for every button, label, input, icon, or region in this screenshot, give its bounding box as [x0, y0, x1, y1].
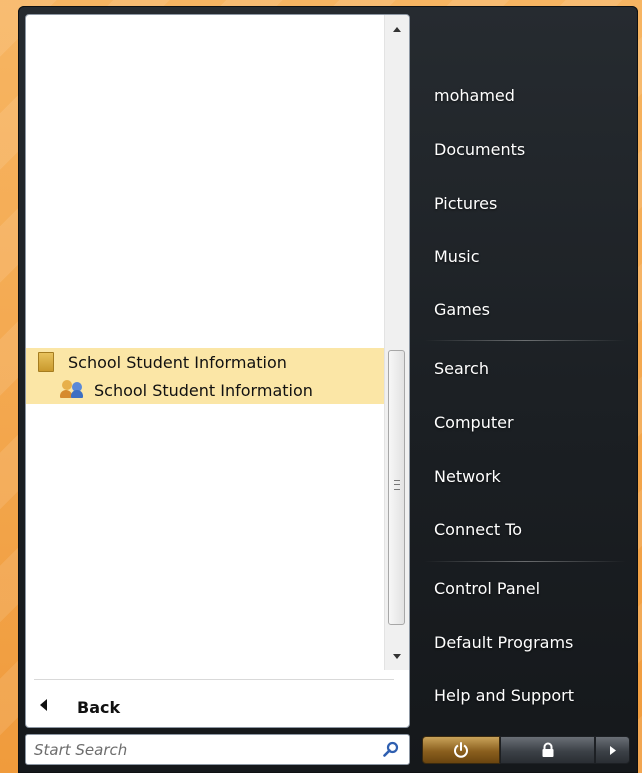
right-item-network[interactable]: Network: [434, 467, 501, 486]
right-item-default-programs[interactable]: Default Programs: [434, 633, 573, 652]
folder-icon: [38, 352, 54, 372]
search-input[interactable]: [34, 735, 364, 764]
programs-pane: School Student Information School Studen…: [25, 14, 410, 728]
right-item-connect-to[interactable]: Connect To: [434, 520, 522, 539]
right-item-computer[interactable]: Computer: [434, 413, 514, 432]
grip-icon: [394, 480, 400, 490]
power-icon: [454, 742, 468, 758]
scroll-down-icon: [393, 653, 401, 659]
start-search-box[interactable]: [25, 734, 410, 765]
program-item-label: School Student Information: [94, 380, 313, 400]
power-controls: [422, 736, 630, 764]
programs-scrollbar[interactable]: [384, 15, 409, 670]
lock-icon: [542, 742, 553, 757]
right-item-music[interactable]: Music: [434, 247, 480, 266]
back-label: Back: [77, 697, 121, 717]
right-item-games[interactable]: Games: [434, 300, 490, 319]
right-item-documents[interactable]: Documents: [434, 140, 525, 159]
power-button[interactable]: [422, 736, 500, 764]
back-divider: [34, 679, 394, 680]
places-pane: mohamed Documents Pictures Music Games S…: [410, 6, 638, 773]
programs-list: School Student Information School Studen…: [26, 15, 386, 670]
users-icon: [60, 380, 86, 400]
program-item-school-student-information[interactable]: School Student Information: [26, 376, 386, 404]
chevron-right-icon: [609, 745, 616, 755]
back-button[interactable]: Back: [40, 690, 120, 724]
scroll-up-icon: [393, 26, 401, 32]
scroll-up-button[interactable]: [385, 19, 409, 39]
search-icon[interactable]: [383, 741, 399, 757]
separator: [424, 561, 626, 562]
right-item-control-panel[interactable]: Control Panel: [434, 579, 540, 598]
scroll-thumb[interactable]: [388, 350, 405, 625]
scroll-down-button[interactable]: [385, 646, 409, 666]
shutdown-options-button[interactable]: [595, 736, 630, 764]
lock-button[interactable]: [500, 736, 595, 764]
separator: [424, 340, 626, 341]
back-arrow-icon: [40, 699, 47, 715]
program-folder-label: School Student Information: [68, 352, 287, 372]
right-item-user[interactable]: mohamed: [434, 86, 515, 105]
right-item-pictures[interactable]: Pictures: [434, 194, 497, 213]
program-folder-school-student-information[interactable]: School Student Information: [26, 348, 386, 376]
right-item-help-support[interactable]: Help and Support: [434, 686, 574, 705]
right-item-search[interactable]: Search: [434, 359, 489, 378]
start-menu: School Student Information School Studen…: [18, 6, 638, 773]
